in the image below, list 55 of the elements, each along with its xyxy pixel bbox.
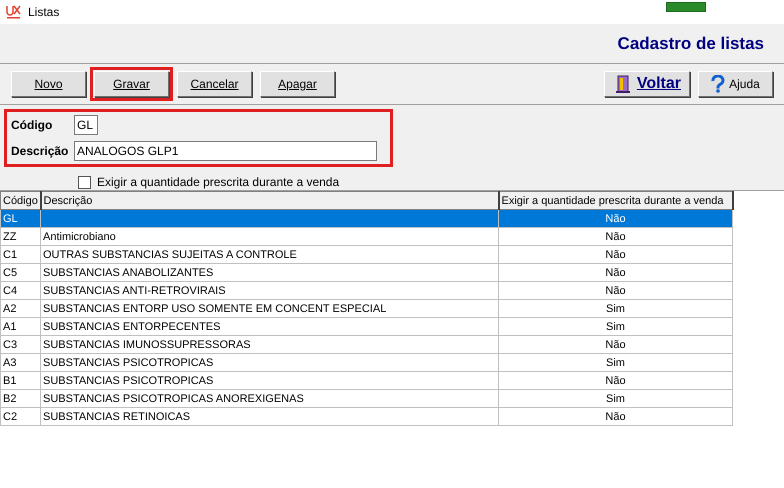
table-cell: Não [605,338,626,350]
action-button[interactable]: Apagar [260,71,335,97]
app-logo-icon [6,4,22,20]
table-cell: C4 [3,284,18,296]
page-title: Cadastro de listas [618,34,764,54]
table-cell: Sim [606,302,625,314]
status-bar-icon [666,2,706,12]
table-cell: SUBSTANCIAS ENTORPECENTES [43,320,220,332]
input-field[interactable]: GL [74,115,98,135]
table-cell: SUBSTANCIAS ANTI-RETROVIRAIS [43,284,226,296]
table-cell: C2 [3,410,18,422]
table-cell: OUTRAS SUBSTANCIAS SUJEITAS A CONTROLE [43,248,297,260]
table-cell: C1 [3,248,18,260]
table-cell: B2 [3,392,16,404]
help-button[interactable]: Ajuda [698,71,773,97]
table-cell: A3 [3,356,16,368]
action-button[interactable]: Cancelar [177,71,252,97]
column-header[interactable]: Descrição [40,192,498,210]
table-cell: SUBSTANCIAS PSICOTROPICAS [43,356,214,368]
table-cell: Não [605,230,626,242]
table-cell: ZZ [3,230,16,242]
table-cell: Não [605,374,626,386]
action-button[interactable]: Gravar [94,71,169,97]
window-title: Listas [28,5,60,19]
table-cell: Sim [606,320,625,332]
table-cell: Não [605,410,626,422]
table-cell: C3 [3,338,18,350]
table-cell: Sim [606,356,625,368]
action-button[interactable]: Novo [11,71,86,97]
table-cell: Não [605,284,626,296]
input-field[interactable]: ANALOGOS GLP1 [74,141,377,161]
table-cell: SUBSTANCIAS PSICOTROPICAS [43,374,214,386]
table-cell: A2 [3,302,16,314]
table-cell: Não [605,266,626,278]
table-cell: GL [3,212,18,224]
field-label: Código [11,118,54,132]
checkbox-label: Exigir a quantidade prescrita durante a venda [97,175,340,189]
checkbox[interactable] [78,176,91,188]
table-cell: SUBSTANCIAS PSICOTROPICAS ANOREXIGENAS [43,392,304,404]
table-cell: Não [605,212,626,224]
question-mark-icon [711,75,726,93]
table-cell: SUBSTANCIAS IMUNOSSUPRESSORAS [43,338,251,350]
table-cell: A1 [3,320,16,332]
table-cell: SUBSTANCIAS ANABOLIZANTES [43,266,214,278]
back-button[interactable]: Voltar [604,71,690,97]
table-cell: Sim [606,392,625,404]
table-cell: Não [605,248,626,260]
column-header[interactable]: Exigir a quantidade prescrita durante a venda [498,192,732,210]
table-cell: Antimicrobiano [43,230,116,242]
table-cell: SUBSTANCIAS RETINOICAS [43,410,190,422]
table-cell: C5 [3,266,18,278]
table-cell: B1 [3,374,16,386]
column-header[interactable]: Código [0,192,40,210]
field-label: Descrição [11,144,70,158]
table-cell: SUBSTANCIAS ENTORP USO SOMENTE EM CONCENT ESPECIAL [43,302,386,314]
